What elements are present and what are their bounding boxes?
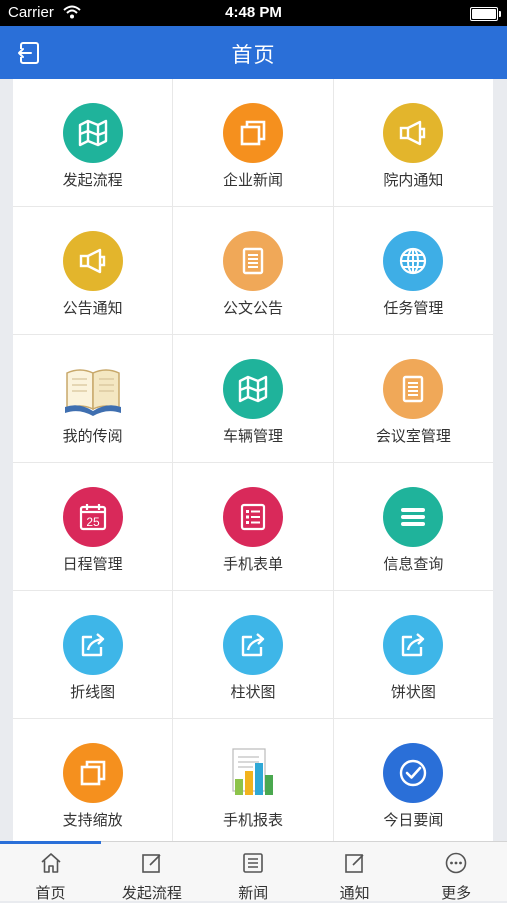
grid-item-2[interactable]: 企业新闻 [173,79,333,206]
grid-item-14[interactable]: 柱状图 [173,591,333,718]
tab-5[interactable]: 更多 [406,842,507,902]
grid-item-label: 支持缩放 [62,812,123,829]
grid-item-8[interactable]: 车辆管理 [173,335,333,462]
calendar-badge: 25 [86,515,100,529]
more-icon [444,851,468,875]
tab-3[interactable]: 新闻 [203,842,304,902]
grid-item-label: 会议室管理 [375,428,451,445]
status-time: 4:48 PM [225,4,282,21]
grid-item-18[interactable]: 今日要闻 [333,719,493,841]
grid-item-6[interactable]: 任务管理 [333,207,493,334]
grid-item-label: 公文公告 [222,300,283,317]
grid-item-label: 企业新闻 [222,172,283,189]
grid-item-label: 发起流程 [62,172,123,189]
list-icon [383,487,444,547]
tab-1[interactable]: 首页 [0,842,101,902]
calendar-icon: 25 [62,487,123,547]
grid-item-5[interactable]: 公文公告 [173,207,333,334]
grid-item-label: 公告通知 [62,300,123,317]
square-stack-icon [62,743,123,803]
grid-item-17[interactable]: 手机报表 [173,719,333,841]
status-bar: Carrier 4:48 PM [0,0,507,26]
edit-icon [343,851,367,875]
form-icon [222,487,283,547]
square-stack-icon [222,103,283,163]
document-icon [222,231,283,291]
document-icon [383,359,444,419]
grid-item-9[interactable]: 会议室管理 [333,335,493,462]
grid-item-13[interactable]: 折线图 [13,591,173,718]
tab-2[interactable]: 发起流程 [101,842,202,902]
grid-item-11[interactable]: 手机表单 [173,463,333,590]
grid-item-label: 今日要闻 [383,812,444,829]
grid-item-3[interactable]: 院内通知 [333,79,493,206]
function-grid: 发起流程 企业新闻 院内通知公告通知 公文公告 任务管理我的传阅 车辆管理 会议室管理 25 日… [13,79,493,841]
grid-item-12[interactable]: 信息查询 [333,463,493,590]
grid-item-label: 手机报表 [222,812,283,829]
grid-item-16[interactable]: 支持缩放 [13,719,173,841]
grid-item-label: 日程管理 [62,556,123,573]
globe-icon [383,231,444,291]
grid-item-label: 任务管理 [383,300,444,317]
map-icon [62,103,123,163]
grid-item-label: 院内通知 [383,172,444,189]
news-icon [241,851,265,875]
grid-item-4[interactable]: 公告通知 [13,207,173,334]
tab-4[interactable]: 通知 [304,842,405,902]
check-circle-icon [383,743,444,803]
map-icon [222,359,283,419]
grid-item-label: 车辆管理 [222,428,283,445]
megaphone-icon [383,103,444,163]
grid-item-label: 手机表单 [222,556,283,573]
grid-item-15[interactable]: 饼状图 [333,591,493,718]
grid-item-label: 我的传阅 [62,428,123,445]
tab-bar: 首页 发起流程 新闻 通知 更多 [0,841,507,902]
share-icon [383,615,444,675]
home-icon [39,851,63,875]
edit-icon [140,851,164,875]
report-chart-icon [223,743,283,803]
share-icon [62,615,123,675]
grid-item-10[interactable]: 25 日程管理 [13,463,173,590]
page-title: 首页 [231,44,276,67]
megaphone-icon [62,231,123,291]
grid-item-1[interactable]: 发起流程 [13,79,173,206]
battery-icon [470,7,501,21]
navigation-bar: 首页 [0,26,507,79]
grid-item-label: 柱状图 [230,684,276,701]
grid-item-label: 折线图 [70,684,116,701]
grid-item-label: 饼状图 [390,684,436,701]
grid-item-7[interactable]: 我的传阅 [13,335,173,462]
share-icon [222,615,283,675]
grid-item-label: 信息查询 [383,556,444,573]
open-book-icon [63,359,123,419]
